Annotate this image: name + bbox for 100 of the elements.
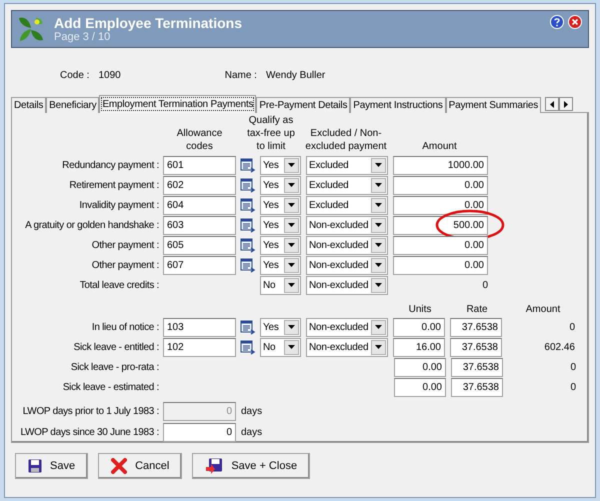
caret-icon — [288, 223, 295, 227]
units-field[interactable]: 0.00 — [394, 378, 446, 396]
amount-field[interactable]: 0.00 — [393, 196, 488, 214]
lookup-list-icon[interactable] — [240, 237, 256, 253]
units-field[interactable]: 0.00 — [393, 318, 445, 336]
caret-icon — [375, 183, 382, 187]
tax-free-dropdown[interactable]: No — [260, 276, 301, 294]
tab[interactable]: Employment Termination Payments — [99, 95, 256, 113]
lookup-list-icon[interactable] — [240, 339, 256, 355]
units-field[interactable]: 16.00 — [393, 338, 445, 356]
help-icon[interactable] — [550, 15, 564, 29]
excluded-dropdown[interactable]: Excluded — [306, 176, 388, 194]
left-arrow-icon — [550, 100, 554, 108]
lookup-list-icon[interactable] — [240, 257, 256, 273]
caret-icon — [288, 203, 295, 207]
excluded-dropdown[interactable]: Non-excluded — [306, 236, 388, 254]
units-field[interactable]: 0.00 — [394, 358, 446, 376]
field-label: Total leave credits : — [78, 280, 160, 290]
lookup-list-icon[interactable] — [240, 217, 256, 233]
caret-icon — [375, 243, 382, 247]
column-heading: Amount — [421, 140, 458, 153]
right-arrow-icon — [564, 100, 568, 108]
days-field[interactable]: 0 — [163, 422, 236, 442]
column-heading: Qualify as tax-free up to limit — [246, 114, 296, 153]
tax-free-dropdown[interactable]: Yes — [260, 236, 301, 254]
allowance-code-field[interactable]: 103 — [163, 318, 236, 336]
tax-free-dropdown[interactable]: Yes — [260, 196, 301, 214]
caret-icon — [288, 163, 295, 167]
page-indicator: Page 3 / 10 — [54, 30, 110, 44]
cancel-button[interactable]: Cancel — [98, 453, 182, 479]
tab[interactable]: Details — [11, 97, 46, 113]
excluded-dropdown[interactable]: Excluded — [306, 196, 388, 214]
field-label: In lieu of notice : — [90, 322, 160, 332]
tax-free-dropdown[interactable]: Yes — [260, 318, 301, 336]
tab[interactable]: Beneficiary — [46, 97, 100, 113]
save-button[interactable]: Save — [15, 453, 88, 479]
column-heading: Amount — [524, 302, 562, 316]
scroll-right-button[interactable] — [559, 97, 574, 111]
allowance-code-field[interactable]: 602 — [163, 176, 236, 194]
excluded-dropdown[interactable]: Non-excluded — [306, 276, 388, 294]
tab[interactable]: Pre-Payment Details — [256, 97, 350, 113]
excluded-dropdown[interactable]: Non-excluded — [306, 338, 388, 356]
save-close-button[interactable]: Save + Close — [192, 453, 310, 479]
employee-name: Wendy Buller — [266, 70, 326, 80]
amount-field[interactable]: 1000.00 — [393, 156, 488, 174]
field-label: Sick leave - estimated : — [62, 382, 160, 392]
field-label: Sick leave - pro-rata : — [70, 362, 160, 372]
unit-label: days — [241, 406, 262, 416]
excluded-dropdown[interactable]: Non-excluded — [306, 318, 388, 336]
field-label: Other payment : — [90, 240, 160, 250]
lookup-list-icon[interactable] — [240, 197, 256, 213]
name-label: Name : — [224, 70, 257, 80]
tax-free-dropdown[interactable]: Yes — [260, 216, 301, 234]
column-heading: Allowance codes — [176, 127, 224, 153]
tab[interactable]: Payment Instructions — [350, 97, 446, 113]
scroll-left-button[interactable] — [545, 97, 560, 111]
window-title: Add Employee Terminations — [54, 14, 243, 30]
caret-icon — [288, 263, 295, 267]
amount-field[interactable]: 0.00 — [393, 176, 488, 194]
allowance-code-field[interactable]: 604 — [163, 196, 236, 214]
leave-amount: 0 — [569, 382, 576, 392]
field-label: Redundancy payment : — [61, 160, 160, 170]
caret-icon — [375, 263, 382, 267]
column-heading: Units — [408, 302, 432, 316]
lookup-list-icon[interactable] — [240, 177, 256, 193]
lookup-list-icon[interactable] — [240, 157, 256, 173]
caret-icon — [288, 345, 295, 349]
amount-field[interactable]: 0.00 — [393, 256, 488, 274]
allowance-code-field[interactable]: 601 — [163, 156, 236, 174]
rate-field[interactable]: 37.6538 — [450, 318, 502, 336]
rate-field[interactable]: 37.6538 — [451, 358, 503, 376]
tax-free-dropdown[interactable]: Yes — [260, 176, 301, 194]
lookup-list-icon[interactable] — [240, 319, 256, 335]
close-icon[interactable] — [568, 15, 582, 29]
code-label: Code : — [60, 70, 90, 80]
excluded-dropdown[interactable]: Non-excluded — [306, 216, 388, 234]
caret-icon — [288, 243, 295, 247]
field-label: Invalidity payment : — [78, 200, 160, 210]
column-heading: Rate — [465, 302, 489, 316]
rate-field[interactable]: 37.6538 — [450, 338, 502, 356]
tax-free-dropdown[interactable]: No — [260, 338, 301, 356]
allowance-code-field[interactable]: 607 — [163, 256, 236, 274]
leave-amount: 602.46 — [543, 342, 575, 352]
allowance-code-field[interactable]: 605 — [163, 236, 236, 254]
tab[interactable]: Payment Summaries — [446, 97, 542, 113]
cancel-x-icon — [111, 458, 128, 474]
tax-free-dropdown[interactable]: Yes — [260, 156, 301, 174]
caret-icon — [288, 283, 295, 287]
caret-icon — [375, 325, 382, 329]
amount-field[interactable]: 0.00 — [393, 236, 488, 254]
rate-field[interactable]: 37.6538 — [451, 378, 503, 396]
allowance-code-field[interactable]: 102 — [163, 338, 236, 356]
excluded-dropdown[interactable]: Excluded — [306, 156, 388, 174]
allowance-code-field[interactable]: 603 — [163, 216, 236, 234]
leave-amount: 0 — [569, 362, 576, 372]
field-label: Retirement payment : — [68, 180, 160, 190]
tax-free-dropdown[interactable]: Yes — [260, 256, 301, 274]
excluded-dropdown[interactable]: Non-excluded — [306, 256, 388, 274]
amount-field[interactable]: 500.00 — [393, 216, 488, 234]
caret-icon — [375, 203, 382, 207]
